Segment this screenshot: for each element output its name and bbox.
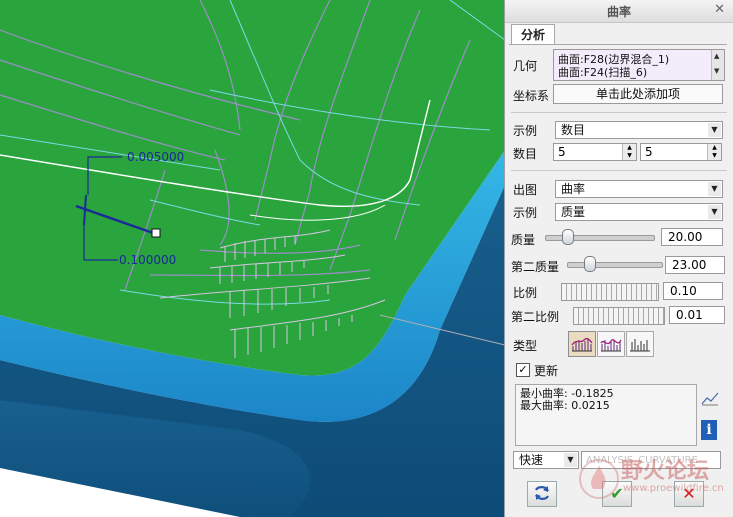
quality-slider-thumb[interactable] <box>561 229 574 245</box>
count-value-1: 5 <box>558 145 566 159</box>
refresh-icon <box>534 486 550 500</box>
geometry-label: 几何 <box>513 59 538 73</box>
quality2-label: 第二质量 <box>511 260 560 274</box>
quality2-field[interactable]: 23.00 <box>665 256 725 274</box>
sample2-label: 示例 <box>513 206 538 220</box>
geometry-list-scrollbar[interactable]: ▲ ▼ <box>711 50 724 80</box>
dimension-label-bottom[interactable]: 0.100000 <box>119 253 176 267</box>
cancel-button[interactable]: ✕ <box>674 481 704 507</box>
sample-label: 示例 <box>513 124 538 138</box>
section-divider <box>511 112 727 113</box>
comb-curve-icon <box>600 339 622 352</box>
stepper-arrows-icon[interactable]: ▲ ▼ <box>622 144 636 160</box>
scale2-field[interactable]: 0.01 <box>669 306 725 324</box>
count-value-2: 5 <box>645 145 653 159</box>
dialog-titlebar[interactable]: 曲率 ✕ <box>505 0 733 23</box>
dialog-title: 曲率 <box>606 5 631 19</box>
output-select[interactable]: 曲率 ▼ <box>555 180 723 198</box>
sample2-select-value: 质量 <box>561 205 586 219</box>
dimension-label-top[interactable]: 0.005000 <box>127 150 184 164</box>
info-icon[interactable]: i <box>701 420 717 440</box>
scale2-value: 0.01 <box>676 308 703 322</box>
quality2-slider[interactable] <box>567 262 663 268</box>
count-label: 数目 <box>513 147 538 161</box>
speed-select-value: 快速 <box>519 453 544 467</box>
update-checkbox[interactable]: ✓ <box>516 363 530 377</box>
geometry-item[interactable]: 曲面:F24(扫描_6) <box>558 64 647 80</box>
quality-field[interactable]: 20.00 <box>661 228 723 246</box>
speed-select[interactable]: 快速 ▼ <box>513 451 579 469</box>
type-comb-button[interactable] <box>568 331 596 357</box>
quality-label: 质量 <box>511 233 536 247</box>
sample2-select[interactable]: 质量 ▼ <box>555 203 723 221</box>
result-max-curvature: 最大曲率: 0.0215 <box>520 399 610 412</box>
graph-icon[interactable] <box>701 390 719 406</box>
model-viewport[interactable]: 0.005000 0.100000 <box>0 0 505 517</box>
ok-button[interactable]: ✔ <box>602 481 632 507</box>
quality-value: 20.00 <box>668 230 703 244</box>
sample-select-value: 数目 <box>561 123 586 137</box>
type-comb-lines-button[interactable] <box>626 331 654 357</box>
output-select-value: 曲率 <box>561 182 586 196</box>
comb-lines-icon <box>630 339 650 352</box>
scale-label: 比例 <box>513 286 538 300</box>
scale-field[interactable]: 0.10 <box>663 282 723 300</box>
sample-select[interactable]: 数目 ▼ <box>555 121 723 139</box>
count-stepper-1[interactable]: 5 ▲ ▼ <box>553 143 637 161</box>
drag-handle[interactable] <box>151 228 161 238</box>
coord-select-button[interactable]: 单击此处添加项 <box>553 84 723 104</box>
scale-slider[interactable] <box>561 283 659 301</box>
model-graphics[interactable] <box>0 0 505 517</box>
chevron-down-icon[interactable]: ▼ <box>708 205 721 219</box>
curvature-dialog: 曲率 ✕ 分析 几何 曲面:F28(边界混合_1) 曲面:F24(扫描_6) ▲… <box>504 0 733 517</box>
coord-label: 坐标系 <box>513 89 550 103</box>
scroll-up-icon[interactable]: ▲ <box>714 52 719 60</box>
tab-divider <box>509 44 727 45</box>
close-icon[interactable]: ✕ <box>714 2 725 17</box>
quality2-value: 23.00 <box>672 258 707 272</box>
chevron-down-icon[interactable]: ▼ <box>708 123 721 137</box>
result-display: 最小曲率: -0.1825 最大曲率: 0.0215 <box>515 384 697 446</box>
scale-value: 0.10 <box>670 284 697 298</box>
check-icon: ✓ <box>518 363 528 376</box>
type-label: 类型 <box>513 339 538 353</box>
scale2-label: 第二比例 <box>511 310 560 324</box>
chevron-down-icon[interactable]: ▼ <box>564 453 577 467</box>
analysis-name-field[interactable]: ANALYSIS_CURVATURE <box>581 451 721 469</box>
output-label: 出图 <box>513 183 538 197</box>
scroll-down-icon[interactable]: ▼ <box>714 67 719 75</box>
section-divider <box>511 170 727 171</box>
tab-analysis[interactable]: 分析 <box>511 24 555 45</box>
scale2-slider[interactable] <box>573 307 665 325</box>
update-label: 更新 <box>534 364 559 378</box>
repeat-analysis-button[interactable] <box>527 481 557 507</box>
quality2-slider-thumb[interactable] <box>583 256 596 272</box>
type-comb-curve-button[interactable] <box>597 331 625 357</box>
chevron-down-icon[interactable]: ▼ <box>708 182 721 196</box>
geometry-list[interactable]: 曲面:F28(边界混合_1) 曲面:F24(扫描_6) ▲ ▼ <box>553 49 725 81</box>
count-stepper-2[interactable]: 5 ▲ ▼ <box>640 143 722 161</box>
stepper-arrows-icon[interactable]: ▲ ▼ <box>707 144 721 160</box>
comb-outline-icon <box>571 337 593 352</box>
